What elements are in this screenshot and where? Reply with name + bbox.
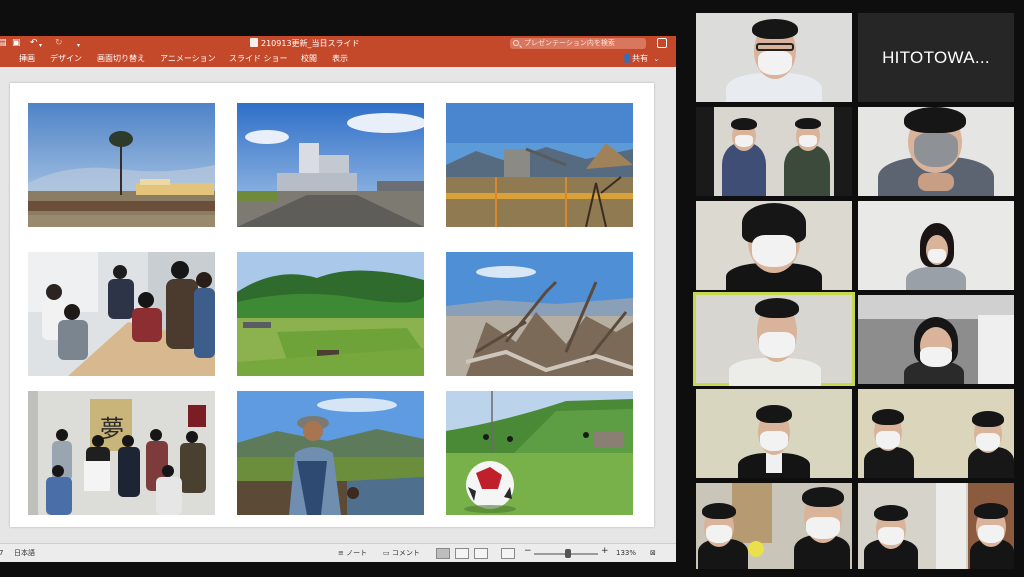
tab-animations[interactable]: アニメーション bbox=[160, 54, 216, 64]
tab-review[interactable]: 校閲 bbox=[301, 54, 317, 64]
participant-tile[interactable] bbox=[858, 107, 1014, 196]
status-bar: 7 日本語 ≡ ノート ▭ コメント − + 133% ⊠ bbox=[0, 543, 676, 562]
participant-tile[interactable] bbox=[858, 483, 1014, 569]
participant-tile[interactable] bbox=[858, 295, 1014, 384]
notes-icon: ≡ bbox=[338, 549, 344, 557]
notes-label: ノート bbox=[346, 549, 368, 557]
comment-icon: ▭ bbox=[383, 549, 390, 557]
search-placeholder: プレゼンテーション内を検索 bbox=[524, 39, 615, 47]
language-indicator[interactable]: 日本語 bbox=[14, 549, 35, 558]
share-label: 共有 bbox=[631, 54, 648, 63]
comments-label: コメント bbox=[391, 549, 420, 557]
photo-plant-building[interactable] bbox=[237, 103, 424, 227]
zoom-slider-handle[interactable] bbox=[565, 549, 571, 558]
participant-name: HITOTOWA... bbox=[882, 47, 990, 67]
tab-design[interactable]: デザイン bbox=[50, 54, 82, 64]
tab-transitions[interactable]: 画面切り替え bbox=[97, 54, 145, 64]
share-button[interactable]: 👤共有 ⌄ bbox=[622, 54, 659, 64]
powerpoint-window: ▤ ▣ ↶ ▾ ↻ ▾ 210913更新_当日スライド プレゼンテーション内を検… bbox=[0, 36, 676, 562]
svg-text:夢: 夢 bbox=[100, 415, 124, 443]
account-icon[interactable] bbox=[657, 38, 667, 48]
photo-construction-site[interactable] bbox=[446, 103, 633, 227]
photo-soccer-ball[interactable] bbox=[446, 391, 633, 515]
ribbon-tabs: 挿画 デザイン 画面切り替え アニメーション スライド ショー 校閲 表示 👤共… bbox=[0, 51, 676, 67]
customize-toolbar-icon[interactable]: ▾ bbox=[77, 40, 80, 51]
slide-number: 7 bbox=[0, 549, 4, 557]
participant-tile-active-speaker[interactable] bbox=[693, 292, 855, 386]
tab-slideshow[interactable]: スライド ショー bbox=[229, 54, 288, 64]
home-icon[interactable]: ▤ bbox=[0, 38, 7, 49]
participant-tile[interactable] bbox=[696, 107, 852, 196]
participant-tile[interactable] bbox=[696, 389, 852, 478]
participant-tile[interactable] bbox=[696, 201, 852, 290]
slide-canvas: 夢 bbox=[0, 67, 676, 543]
participant-tile[interactable] bbox=[696, 13, 852, 102]
redo-icon[interactable]: ↻ bbox=[55, 38, 63, 49]
participant-tile[interactable] bbox=[858, 389, 1014, 478]
photo-driftwood[interactable] bbox=[446, 252, 633, 376]
document-title-text: 210913更新_当日スライド bbox=[261, 39, 360, 48]
normal-view-button[interactable] bbox=[436, 548, 450, 559]
slide[interactable]: 夢 bbox=[10, 83, 654, 527]
zoom-out-button[interactable]: − bbox=[524, 547, 532, 556]
person-add-icon: 👤 bbox=[622, 54, 632, 63]
photo-sports-field[interactable] bbox=[237, 252, 424, 376]
participant-tile[interactable] bbox=[858, 201, 1014, 290]
slide-sorter-button[interactable] bbox=[455, 548, 469, 559]
save-icon[interactable]: ▣ bbox=[12, 38, 21, 49]
photo-farmer[interactable] bbox=[237, 391, 424, 515]
chevron-down-icon: ⌄ bbox=[653, 55, 660, 63]
notes-button[interactable]: ≡ ノート bbox=[338, 549, 367, 558]
participant-tile[interactable] bbox=[696, 483, 852, 569]
document-title: 210913更新_当日スライド bbox=[250, 38, 360, 49]
participant-tile-name-only[interactable]: HITOTOWA... bbox=[858, 13, 1014, 102]
comments-button[interactable]: ▭ コメント bbox=[383, 549, 420, 558]
screen: ▤ ▣ ↶ ▾ ↻ ▾ 210913更新_当日スライド プレゼンテーション内を検… bbox=[0, 0, 1024, 577]
tab-view[interactable]: 表示 bbox=[332, 54, 348, 64]
search-input[interactable]: プレゼンテーション内を検索 bbox=[510, 38, 646, 49]
zoom-level[interactable]: 133% bbox=[616, 549, 636, 558]
reading-view-button[interactable] bbox=[474, 548, 488, 559]
photo-meeting[interactable] bbox=[28, 252, 215, 376]
document-icon bbox=[250, 38, 258, 47]
search-icon bbox=[513, 40, 519, 46]
zoom-in-button[interactable]: + bbox=[601, 547, 609, 556]
slideshow-button[interactable] bbox=[501, 548, 515, 559]
undo-icon[interactable]: ↶ bbox=[30, 38, 38, 49]
fit-to-window-icon[interactable]: ⊠ bbox=[650, 549, 656, 558]
title-bar: ▤ ▣ ↶ ▾ ↻ ▾ 210913更新_当日スライド プレゼンテーション内を検… bbox=[0, 36, 676, 51]
tab-draw[interactable]: 挿画 bbox=[19, 54, 35, 64]
undo-dropdown-icon[interactable]: ▾ bbox=[39, 40, 42, 51]
photo-lone-tree[interactable] bbox=[28, 103, 215, 227]
photo-group[interactable]: 夢 bbox=[28, 391, 215, 515]
